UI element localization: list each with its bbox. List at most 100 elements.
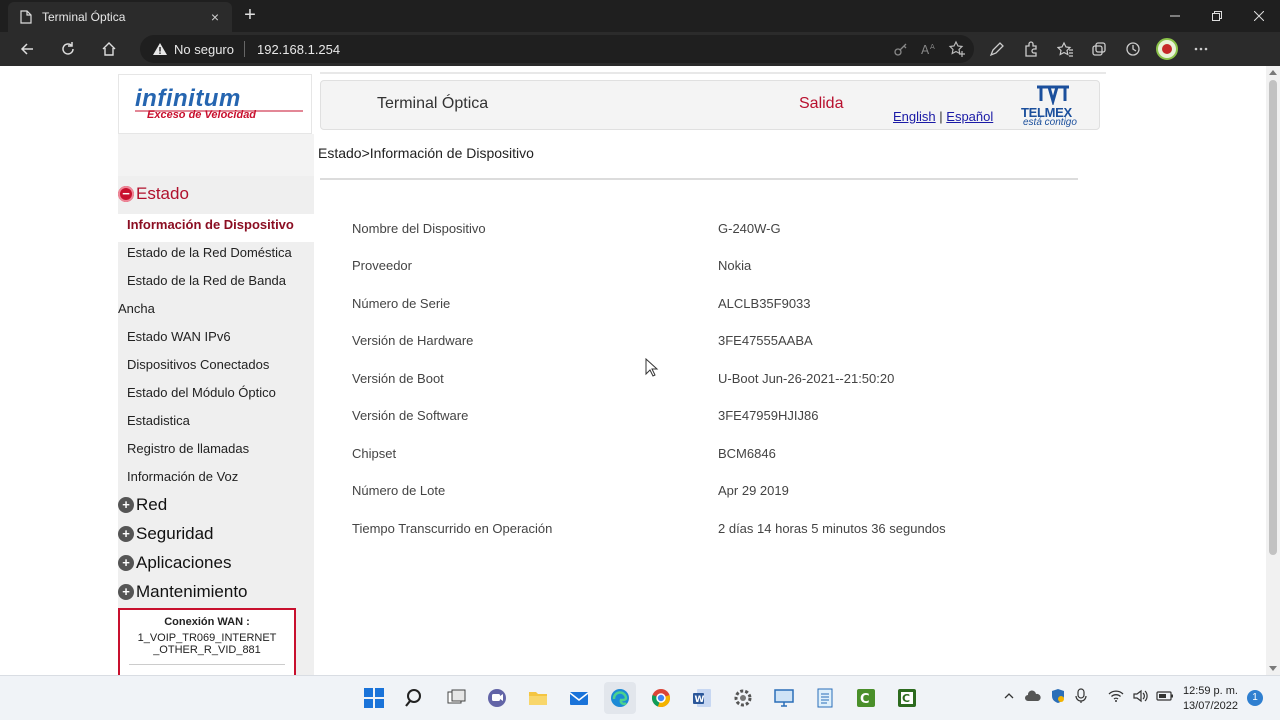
system-clock[interactable]: 12:59 p. m. 13/07/2022 (1176, 684, 1238, 714)
info-value: U-Boot Jun-26-2021--21:50:20 (718, 371, 895, 386)
address-separator (243, 41, 245, 57)
sidebar-item-estadistica[interactable]: Estadistica (127, 413, 190, 428)
notepad-button[interactable] (809, 682, 841, 714)
reload-button[interactable] (55, 36, 81, 62)
remote-desktop-button[interactable] (768, 682, 800, 714)
monitor-icon (774, 689, 794, 707)
back-button[interactable] (14, 36, 40, 62)
minimize-button[interactable] (1154, 0, 1196, 32)
page-scrollbar[interactable] (1266, 66, 1280, 675)
new-tab-button[interactable]: + (238, 4, 262, 28)
sidebar-item-informacion-voz[interactable]: Información de Voz (127, 469, 238, 484)
favorites-icon[interactable] (1052, 36, 1078, 62)
page-icon (20, 10, 32, 24)
sidebar-item-wan-ipv6[interactable]: Estado WAN IPv6 (127, 329, 231, 344)
browser-toolbar: No seguro 192.168.1.254 AA (0, 32, 1280, 66)
folder-icon (529, 692, 547, 705)
file-explorer-button[interactable] (522, 682, 554, 714)
microphone-icon[interactable] (1074, 688, 1088, 704)
chevron-up-icon[interactable] (1002, 689, 1016, 703)
sidebar-item-red-banda-ancha-cont[interactable]: Ancha (118, 301, 155, 316)
wan-divider (129, 664, 285, 665)
mail-icon (569, 692, 589, 705)
sidebar-item-modulo-optico[interactable]: Estado del Módulo Óptico (127, 385, 276, 400)
sidebar-item-red-domestica[interactable]: Estado de la Red Doméstica (127, 245, 292, 260)
telmex-logo: TELMEX está contigo (1021, 85, 1091, 129)
chat-icon (488, 689, 506, 707)
language-switcher: English | Español (893, 109, 993, 124)
edge-button[interactable] (604, 682, 636, 714)
word-icon: W (693, 689, 711, 707)
teams-chat-button[interactable] (481, 682, 513, 714)
menu-section-red[interactable]: + Red (118, 495, 167, 515)
history-icon[interactable] (1120, 36, 1146, 62)
extensions-icon[interactable] (1018, 36, 1044, 62)
menu-section-aplicaciones[interactable]: + Aplicaciones (118, 553, 231, 573)
expand-icon: + (118, 555, 134, 571)
menu-section-mantenimiento[interactable]: + Mantenimiento (118, 582, 248, 602)
sidebar-item-red-banda-ancha[interactable]: Estado de la Red de Banda (127, 273, 286, 288)
battery-icon[interactable] (1156, 690, 1174, 702)
camtasia-button[interactable]: C (850, 682, 882, 714)
info-label: Versión de Hardware (352, 333, 474, 348)
word-button[interactable]: W (686, 682, 718, 714)
info-value: 3FE47555AABA (718, 333, 813, 348)
more-options-icon[interactable] (1188, 36, 1214, 62)
expand-icon: + (118, 584, 134, 600)
warning-icon[interactable] (152, 42, 168, 56)
add-favorite-icon[interactable] (948, 40, 966, 58)
close-window-button[interactable] (1238, 0, 1280, 32)
key-icon[interactable] (892, 40, 910, 58)
breadcrumb: Estado>Información de Dispositivo (318, 145, 534, 161)
scroll-up-icon[interactable] (1269, 70, 1277, 75)
sidebar-item-registro-llamadas[interactable]: Registro de llamadas (127, 441, 249, 456)
search-button[interactable] (399, 682, 431, 714)
sidebar-item-informacion-dispositivo[interactable]: Información de Dispositivo (127, 217, 294, 232)
restore-button[interactable] (1196, 0, 1238, 32)
address-bar[interactable]: No seguro 192.168.1.254 AA (140, 35, 974, 63)
camtasia-recorder-icon: C (898, 689, 916, 707)
pen-icon[interactable] (984, 36, 1010, 62)
onedrive-icon[interactable] (1024, 689, 1042, 703)
logo-tagline: Exceso de Velocidad (147, 109, 257, 121)
browser-tab[interactable]: Terminal Óptica × (8, 2, 232, 32)
collapse-icon: − (118, 186, 134, 202)
menu-section-seguridad[interactable]: + Seguridad (118, 524, 214, 544)
security-label[interactable]: No seguro (174, 42, 234, 57)
url-text[interactable]: 192.168.1.254 (257, 42, 340, 57)
menu-section-estado[interactable]: − Estado (118, 184, 189, 204)
home-button[interactable] (96, 36, 122, 62)
address-actions: AA (892, 40, 966, 58)
settings-button[interactable] (727, 682, 759, 714)
read-aloud-icon[interactable]: AA (920, 40, 938, 58)
sidebar-item-dispositivos-conectados[interactable]: Dispositivos Conectados (127, 357, 269, 372)
camtasia-recorder-button[interactable]: C (891, 682, 923, 714)
security-shield-icon[interactable] (1050, 688, 1066, 704)
collections-icon[interactable] (1086, 36, 1112, 62)
menu-section-label: Seguridad (136, 524, 214, 543)
info-label: Número de Lote (352, 483, 446, 498)
notification-badge[interactable]: 1 (1247, 690, 1263, 706)
info-label: Versión de Boot (352, 371, 444, 386)
notepad-icon (817, 688, 833, 708)
close-tab-icon[interactable]: × (206, 8, 224, 26)
info-value: G-240W-G (718, 221, 781, 236)
logout-link[interactable]: Salida (799, 95, 843, 113)
spanish-link[interactable]: Español (946, 109, 993, 124)
camtasia-icon: C (857, 689, 875, 707)
chrome-button[interactable] (645, 682, 677, 714)
scrollbar-thumb[interactable] (1269, 80, 1277, 555)
scroll-down-icon[interactable] (1269, 666, 1277, 671)
start-button[interactable] (358, 682, 390, 714)
task-view-button[interactable] (440, 682, 472, 714)
wifi-icon[interactable] (1108, 689, 1124, 703)
clock-date: 13/07/2022 (1182, 700, 1238, 712)
mail-button[interactable] (563, 682, 595, 714)
clock-time: 12:59 p. m. (1182, 685, 1238, 697)
english-link[interactable]: English (893, 109, 936, 124)
svg-text:C: C (860, 692, 870, 707)
info-value: 3FE47959HJIJ86 (718, 408, 819, 423)
language-separator: | (939, 109, 943, 124)
volume-icon[interactable] (1132, 689, 1148, 703)
profile-avatar-icon[interactable] (1154, 36, 1180, 62)
